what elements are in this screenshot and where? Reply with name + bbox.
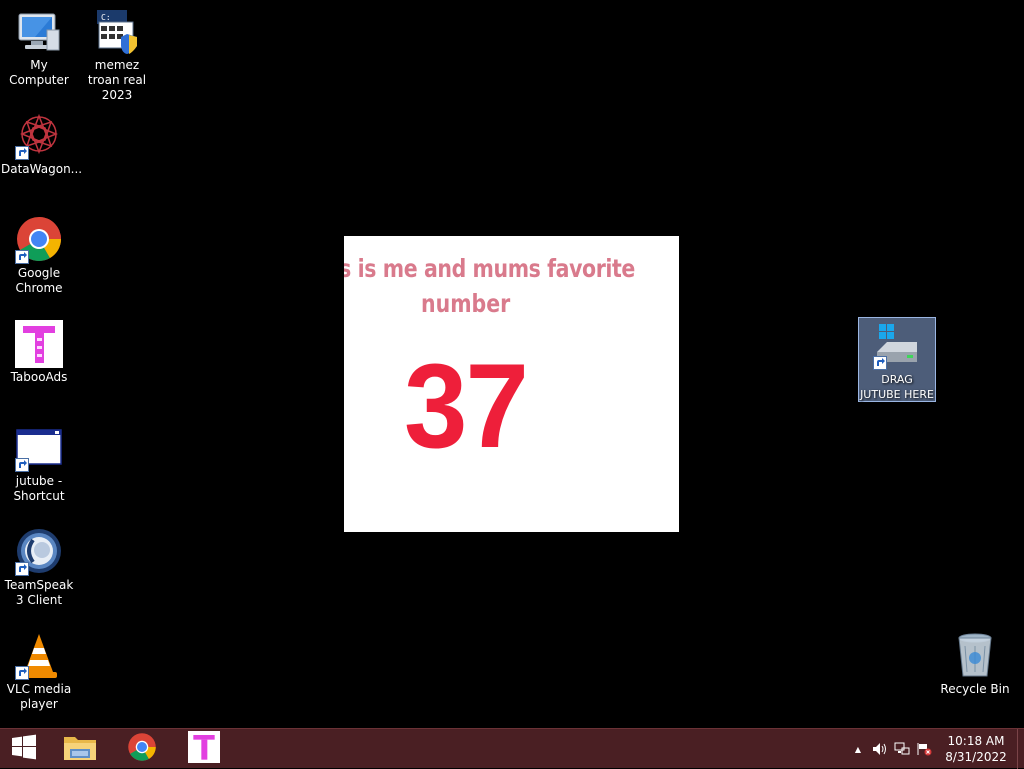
shortcut-arrow-icon [15,250,29,264]
window-icon [15,424,63,472]
vlc-cone-icon [15,632,63,680]
desktop-icon-label: Recycle Bin [940,682,1010,696]
jutube-shortcut-desktop-icon[interactable]: jutube - Shortcut [0,424,78,504]
taboo-t-icon [15,320,63,368]
drag-jutube-here-desktop-icon[interactable]: DRAG JUTUBE HERE [858,317,936,402]
teamspeak-icon [15,528,63,576]
chrome-taskbar-button[interactable] [112,729,172,769]
computer-icon [15,8,63,56]
program-window-shield-icon: C: [93,8,141,56]
taskbar: ▲ 10:18 AM 8/31/2022 [0,728,1024,769]
drive-windows-icon [873,322,921,370]
desktop-icon-label: TeamSpeak 3 Client [4,578,74,607]
recycle-bin-desktop-icon[interactable]: Recycle Bin [936,632,1014,697]
meme-caption-line1: is is me and mums favorite [344,254,635,283]
clock-time: 10:18 AM [947,734,1005,748]
shortcut-arrow-icon [15,562,29,576]
shortcut-arrow-icon [15,146,29,160]
memez-troan-desktop-icon[interactable]: C: memez troan real 2023 [78,8,156,103]
teamspeak-desktop-icon[interactable]: TeamSpeak 3 Client [0,528,78,608]
vlc-desktop-icon[interactable]: VLC media player [0,632,78,712]
favorite-number: 37 [404,339,529,473]
svg-text:C:: C: [101,13,111,22]
network-icon[interactable] [891,729,913,769]
folder-icon [63,732,97,766]
taskbar-clock[interactable]: 10:18 AM 8/31/2022 [941,733,1011,765]
chrome-icon [127,732,157,766]
windows-logo-icon [11,734,37,764]
desktop-icon-label: VLC media player [6,682,72,711]
volume-icon[interactable] [869,729,891,769]
desktop-icon-label: jutube - Shortcut [13,474,65,503]
tabooads-taskbar-button[interactable] [174,729,234,769]
desktop-icon-label: My Computer [9,58,69,87]
recycle-bin-icon [951,632,999,680]
shortcut-arrow-icon [873,356,887,370]
shortcut-arrow-icon [15,458,29,472]
start-button[interactable] [0,729,48,769]
red-spiral-icon [15,112,63,160]
chrome-icon [15,216,63,264]
my-computer-desktop-icon[interactable]: My Computer [0,8,78,88]
meme-caption-line2: number [421,289,511,318]
clock-date: 8/31/2022 [945,750,1007,764]
desktop-icon-label: TabooAds [10,370,68,384]
datawagon-desktop-icon[interactable]: DataWagon... [0,112,83,177]
desktop-icon-label: Google Chrome [15,266,63,295]
show-hidden-icons-chevron-icon[interactable]: ▲ [847,729,869,769]
desktop-icon-label: DataWagon... [1,162,83,176]
tabooads-desktop-icon[interactable]: TabooAds [0,320,78,385]
system-tray: ▲ 10:18 AM 8/31/2022 [847,729,1024,769]
show-desktop-button[interactable] [1017,729,1024,769]
taboo-t-icon [188,731,220,767]
meme-image-window: is is me and mums favorite number 37 [344,236,679,532]
desktop-icon-label: DRAG JUTUBE HERE [860,373,934,401]
desktop-icon-label: memez troan real 2023 [87,58,147,102]
desktop[interactable]: My Computer C: memez troan real 2023 Dat… [0,0,1024,728]
google-chrome-desktop-icon[interactable]: Google Chrome [0,216,78,296]
shortcut-arrow-icon [15,666,29,680]
file-explorer-button[interactable] [50,729,110,769]
action-center-flag-icon[interactable] [913,729,935,769]
